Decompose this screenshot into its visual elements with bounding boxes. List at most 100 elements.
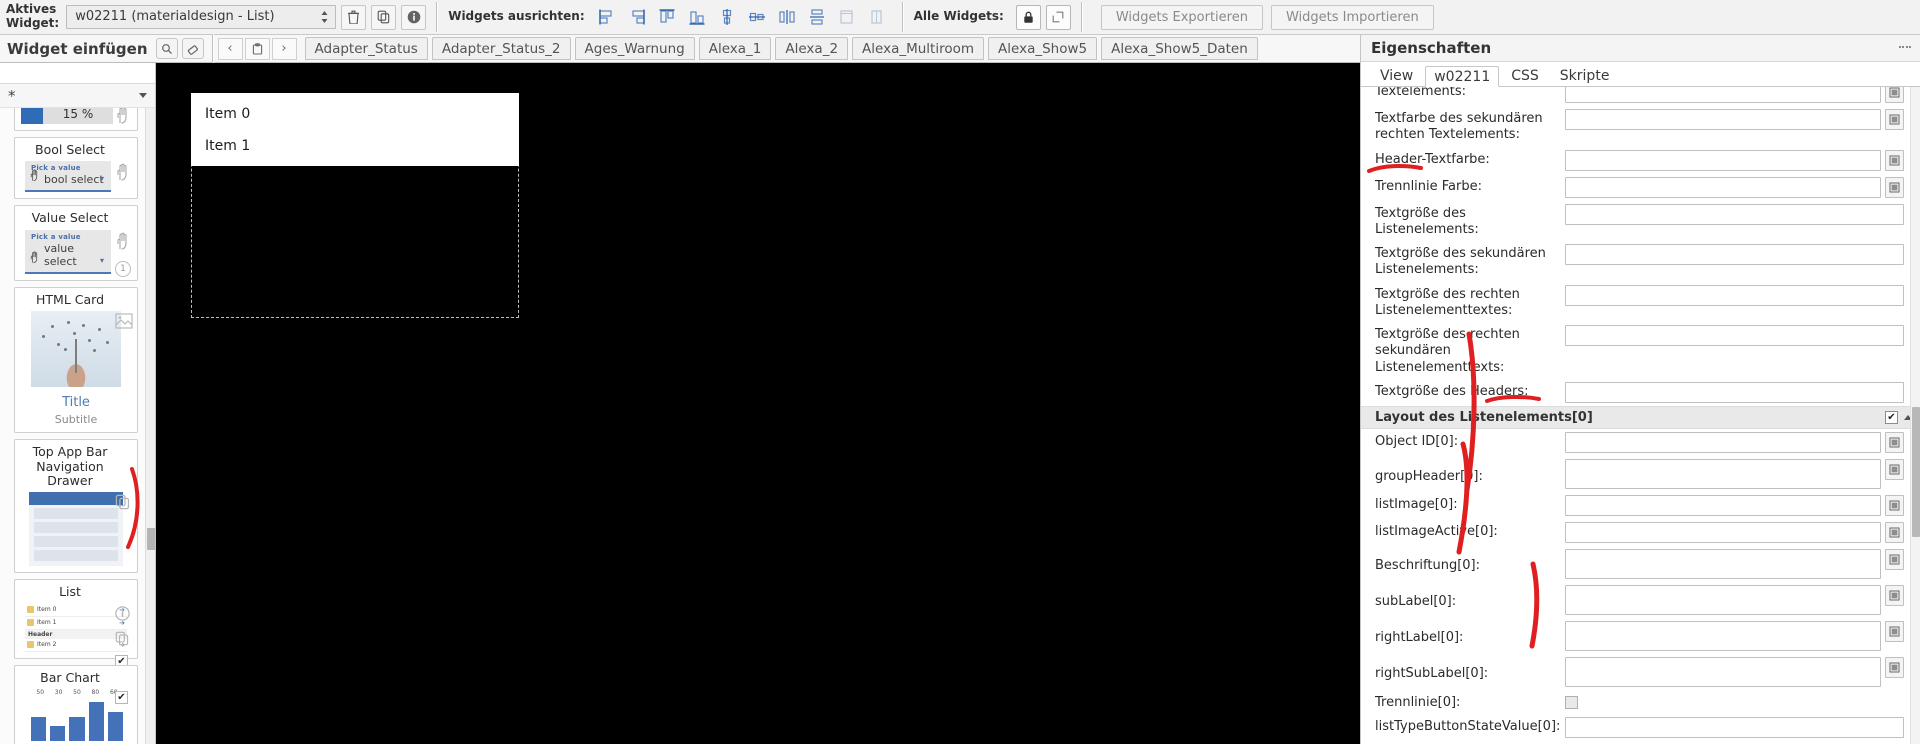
property-picker-button[interactable]: [1885, 431, 1904, 453]
palette-group-row[interactable]: *: [0, 84, 155, 108]
section-checkbox[interactable]: ✔: [1885, 410, 1898, 424]
view-tab-adapter-status-2[interactable]: Adapter_Status_2: [431, 37, 571, 60]
export-widgets-button[interactable]: Widgets Exportieren: [1100, 4, 1263, 30]
property-picker-button[interactable]: [1885, 548, 1904, 570]
widget-info-button[interactable]: [401, 4, 427, 30]
property-input[interactable]: [1565, 325, 1904, 346]
property-input[interactable]: [1565, 494, 1881, 516]
view-tab-alexa-show5-daten[interactable]: Alexa_Show5_Daten: [1101, 37, 1258, 60]
magnifier-icon[interactable]: [155, 38, 178, 59]
toolbar-divider-2: [901, 2, 904, 32]
lock-all-widgets-button[interactable]: [1015, 4, 1041, 30]
property-input[interactable]: [1565, 431, 1881, 453]
distribute-vertical-icon[interactable]: [805, 4, 829, 30]
section-header-layout-listenelement[interactable]: Layout des Listenelements[0] ✔: [1361, 405, 1920, 429]
property-input[interactable]: [1565, 284, 1904, 306]
property-input[interactable]: [1565, 109, 1881, 130]
view-tab-alexa-show5[interactable]: Alexa_Show5: [988, 37, 1098, 60]
property-picker-button[interactable]: [1885, 521, 1904, 543]
property-picker-button[interactable]: [1885, 656, 1904, 678]
widget-card-html-card[interactable]: HTML Card Title Subtitle: [14, 286, 138, 434]
chevron-down-icon[interactable]: [139, 93, 147, 98]
list-widget-item[interactable]: Item 1: [191, 130, 519, 162]
view-tab-adapter-status[interactable]: Adapter_Status: [304, 37, 428, 60]
property-picker-button[interactable]: [1885, 620, 1904, 642]
property-input[interactable]: [1565, 656, 1881, 687]
tab-skripte[interactable]: Skripte: [1551, 65, 1619, 86]
property-picker-button[interactable]: [1885, 494, 1904, 516]
align-bottom-icon[interactable]: [685, 4, 709, 30]
copy-widget-button[interactable]: [371, 4, 397, 30]
property-input[interactable]: [1565, 149, 1881, 171]
list-preview-row: Item 0 ➔: [25, 604, 127, 617]
bool-select-preview: Pick a value bool select ▾: [25, 161, 111, 193]
align-vertical-center-icon[interactable]: [745, 4, 769, 30]
view-canvas[interactable]: Item 0 Item 1: [156, 63, 1360, 744]
property-picker-button[interactable]: [1885, 176, 1904, 198]
align-left-icon[interactable]: [595, 4, 619, 30]
widget-card-top-app-bar[interactable]: Top App Bar Navigation Drawer: [14, 439, 138, 574]
property-field: [1565, 381, 1904, 403]
equal-height-icon[interactable]: [865, 4, 889, 30]
import-widgets-button[interactable]: Widgets Importieren: [1270, 4, 1434, 30]
view-tab-ages-warnung[interactable]: Ages_Warnung: [574, 37, 695, 60]
widget-card-body: Title Subtitle: [15, 311, 137, 426]
delete-widget-button[interactable]: [341, 4, 367, 30]
align-label: Widgets ausrichten:: [448, 9, 585, 24]
view-tab-alexa-1[interactable]: Alexa_1: [698, 37, 772, 60]
property-field: [1565, 458, 1904, 489]
tab-w02211[interactable]: w02211: [1425, 66, 1500, 87]
align-right-icon[interactable]: [625, 4, 649, 30]
property-input[interactable]: [1565, 381, 1904, 403]
prev-view-button[interactable]: ‹: [217, 37, 243, 60]
active-widget-select[interactable]: w02211 (materialdesign - List): [66, 5, 337, 29]
palette-filter-input[interactable]: [5, 64, 155, 82]
distribute-horizontal-icon[interactable]: [775, 4, 799, 30]
property-input[interactable]: [1565, 548, 1881, 579]
widget-card-value-select[interactable]: Value Select Pick a value value select ▾: [14, 205, 138, 281]
list-widget-preview[interactable]: Item 0 Item 1: [191, 93, 519, 166]
property-input[interactable]: [1565, 244, 1904, 265]
trennlinie-checkbox[interactable]: [1565, 695, 1578, 709]
property-picker-button[interactable]: [1885, 149, 1904, 171]
property-input[interactable]: [1565, 458, 1881, 489]
active-widget-select-value[interactable]: w02211 (materialdesign - List): [66, 5, 337, 29]
properties-scroll-thumb[interactable]: [1912, 407, 1920, 537]
align-horizontal-center-icon[interactable]: [715, 4, 739, 30]
sidebar-scroll-thumb[interactable]: [147, 528, 155, 550]
next-view-button[interactable]: ›: [271, 37, 297, 60]
sidebar-scrollbar[interactable]: [145, 108, 155, 744]
widget-card-list[interactable]: List Item 0 ➔ Item 1 ➔ Header: [14, 579, 138, 668]
equal-width-icon[interactable]: [835, 4, 859, 30]
view-tab-alexa-2[interactable]: Alexa_2: [775, 37, 849, 60]
widget-card-bool-select[interactable]: Bool Select Pick a value bool select ▾: [14, 137, 138, 200]
paste-button[interactable]: [244, 37, 270, 60]
property-input[interactable]: [1565, 584, 1881, 615]
widget-card-bar-chart[interactable]: Bar Chart 50 30 50 80 60 ✔: [14, 664, 138, 744]
expand-all-widgets-button[interactable]: [1045, 4, 1071, 30]
property-input[interactable]: [1565, 176, 1881, 198]
tab-css[interactable]: CSS: [1502, 65, 1548, 86]
property-picker-button[interactable]: [1885, 458, 1904, 480]
bar-chart-bars: [31, 697, 124, 741]
align-top-icon[interactable]: [655, 4, 679, 30]
widget-card-icons: 1: [115, 232, 135, 277]
property-picker-button[interactable]: [1885, 109, 1904, 130]
widget-card-title: Value Select: [31, 210, 109, 226]
property-input[interactable]: [1565, 87, 1881, 103]
widget-select-checkbox[interactable]: ✔: [115, 691, 128, 704]
list-preview-row: Item 1 ➔: [25, 617, 127, 630]
widget-card-progress[interactable]: 15 %: [14, 108, 138, 131]
list-widget-item[interactable]: Item 0: [191, 98, 519, 130]
property-input[interactable]: [1565, 717, 1904, 738]
property-input[interactable]: [1565, 203, 1904, 225]
property-input[interactable]: [1565, 620, 1881, 651]
property-picker-button[interactable]: [1885, 584, 1904, 606]
eraser-icon[interactable]: [181, 38, 204, 59]
view-tab-alexa-multiroom[interactable]: Alexa_Multiroom: [852, 37, 985, 60]
tab-view[interactable]: View: [1371, 65, 1422, 86]
panel-resize-handle[interactable]: [1899, 46, 1911, 48]
property-picker-button[interactable]: [1885, 87, 1904, 103]
property-input[interactable]: [1565, 521, 1881, 543]
properties-scrollbar[interactable]: [1910, 87, 1920, 744]
